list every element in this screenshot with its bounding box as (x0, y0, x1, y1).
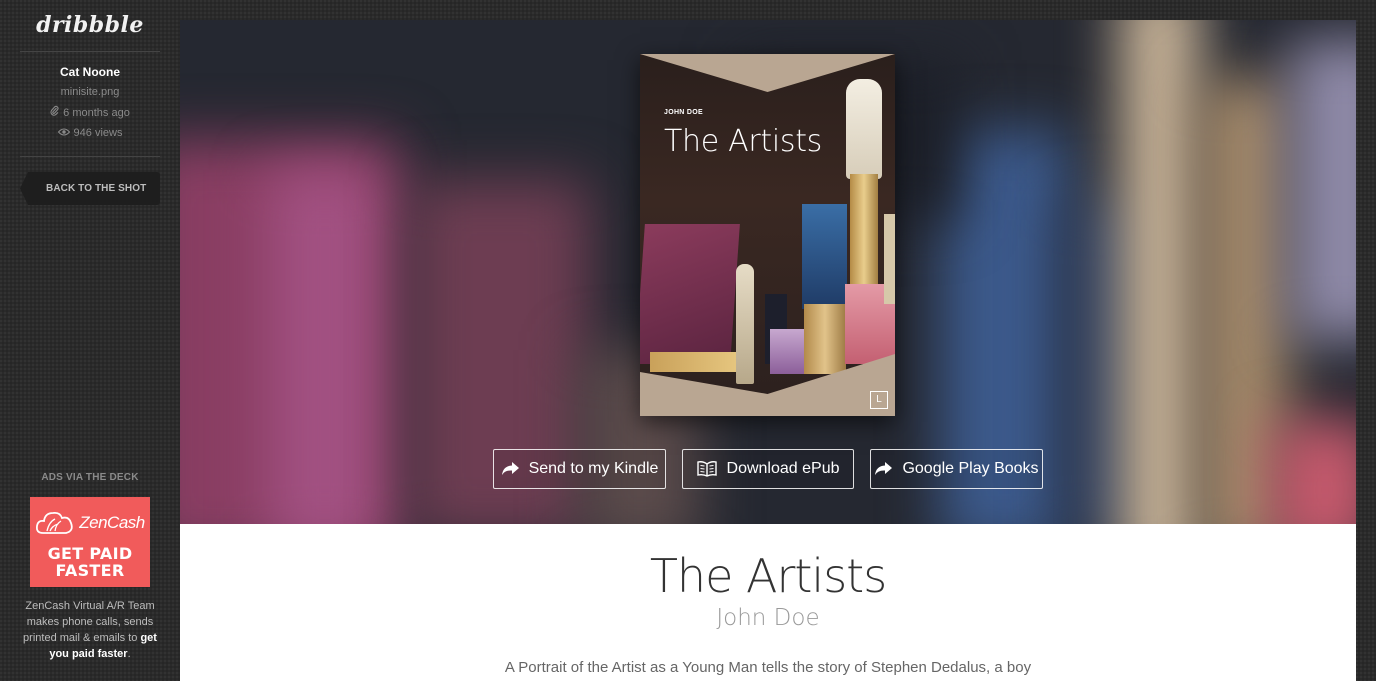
sidebar: dribbble Cat Noone minisite.png 6 months… (0, 0, 180, 681)
ad-cta-line2: FASTER (55, 561, 125, 580)
brush-ferrule (650, 352, 745, 372)
thin-brush (884, 214, 895, 304)
backdrop-blur (1290, 40, 1356, 340)
pink-brush (640, 224, 740, 364)
share-arrow-icon (874, 462, 893, 476)
backdrop-blur (270, 170, 380, 524)
backdrop-blur (1120, 20, 1200, 524)
back-to-shot-button[interactable]: BACK TO THE SHOT (20, 172, 160, 205)
zencash-logo: ZenCash (30, 509, 150, 537)
share-arrow-icon (501, 462, 519, 476)
book-title: The Artists (649, 549, 887, 603)
ad-cta: GET PAID FASTER (30, 545, 150, 579)
cover-author: JOHN DOE (664, 109, 703, 116)
zencash-ad-banner[interactable]: ZenCash GET PAID FASTER (30, 497, 150, 587)
filename: minisite.png (60, 86, 120, 98)
send-to-kindle-button[interactable]: Send to my Kindle (493, 449, 666, 489)
view-count-text: 946 views (73, 127, 123, 139)
book-hero: JOHN DOE The Artists L Send to my Kindle… (180, 20, 1356, 524)
shot-meta: Cat Noone minisite.png 6 months ago 946 … (20, 65, 160, 146)
blue-brush (802, 204, 847, 309)
paperclip-icon (50, 105, 59, 120)
ad-copy-text: ZenCash Virtual A/R Team makes phone cal… (23, 600, 155, 644)
book-description: A Portrait of the Artist as a Young Man … (504, 659, 1032, 676)
lilac-brush (770, 329, 805, 374)
backdrop-blur (1270, 420, 1356, 524)
ad-description: ZenCash Virtual A/R Team makes phone cal… (20, 598, 160, 662)
blue-brush-ferrule (804, 304, 846, 374)
divider (20, 51, 160, 52)
open-book-icon (696, 461, 717, 477)
book-details: The Artists John Doe A Portrait of the A… (180, 524, 1356, 681)
cover-title: The Artists (664, 124, 823, 159)
google-play-books-button[interactable]: Google Play Books (870, 449, 1043, 489)
book-cover[interactable]: JOHN DOE The Artists L (640, 54, 895, 416)
upload-time-text: 6 months ago (63, 107, 130, 119)
upload-time: 6 months ago (20, 105, 160, 120)
google-play-books-label: Google Play Books (902, 460, 1039, 477)
zencash-cloud-icon (36, 511, 73, 534)
author-name[interactable]: Cat Noone (20, 65, 160, 79)
ad-brand: ZenCash (79, 513, 145, 532)
shot-attachment: JOHN DOE The Artists L Send to my Kindle… (180, 20, 1356, 681)
ad-cta-line1: GET PAID (47, 544, 133, 563)
ads-heading: ADS VIA THE DECK (41, 472, 139, 483)
tall-white-brush (846, 79, 882, 179)
publisher-logo-icon: L (870, 391, 888, 409)
download-epub-label: Download ePub (726, 460, 840, 477)
eye-icon (57, 126, 70, 140)
dribbble-logo[interactable]: dribbble (20, 12, 160, 38)
white-brush (736, 264, 754, 384)
book-author: John Doe (716, 605, 820, 631)
divider (20, 156, 160, 157)
send-to-kindle-label: Send to my Kindle (528, 460, 659, 477)
view-count: 946 views (20, 126, 160, 140)
download-epub-button[interactable]: Download ePub (682, 449, 854, 489)
ad-copy-end: . (127, 648, 131, 660)
